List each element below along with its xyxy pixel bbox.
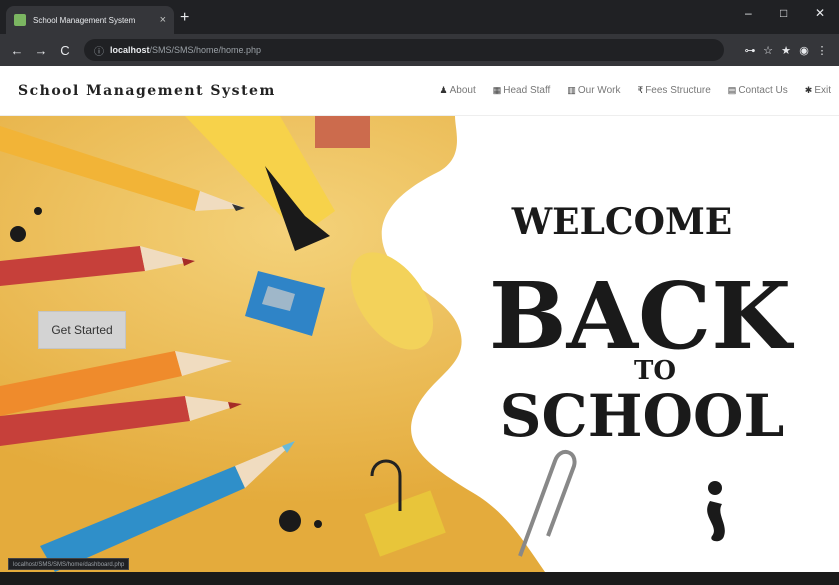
nav-link-our-work[interactable]: ▥ Our Work [567, 85, 620, 96]
back-text: BACK [489, 262, 794, 370]
browser-tabstrip: School Management System × + – □ ✕ [0, 0, 839, 34]
restore-icon[interactable]: □ [780, 6, 787, 20]
favicon-icon [14, 14, 26, 26]
nav-link-fees-structure[interactable]: ₹ Fees Structure [637, 85, 710, 96]
tab-close-icon[interactable]: × [160, 14, 166, 26]
nav-link-exit[interactable]: ✱ Exit [805, 85, 831, 96]
site-info-icon[interactable]: ⓘ [94, 43, 104, 58]
toolbar-icons: ⊶ ☆ ★ ◉ ⋮ [741, 44, 831, 57]
browser-tab[interactable]: School Management System × [6, 6, 174, 34]
nav-link-label: Our Work [577, 85, 621, 96]
work-icon: ▥ [567, 85, 576, 95]
staff-icon: ▦ [492, 85, 502, 95]
site-navbar: School Management System ♟ About ▦ Head … [0, 66, 839, 116]
ink-dot [10, 226, 26, 242]
profile-icon[interactable]: ◉ [795, 44, 813, 57]
school-text: SCHOOL [500, 382, 785, 450]
ink-dot [34, 207, 42, 215]
get-started-button[interactable]: Get Started [38, 311, 126, 349]
ink-dot [279, 510, 301, 532]
minimize-icon[interactable]: – [745, 6, 752, 20]
rupee-icon: ₹ [637, 85, 644, 95]
hero-banner: WELCOME BACK TO SCHOOL Get Started [0, 116, 839, 572]
nav-link-label: Fees Structure [645, 85, 711, 96]
status-bar-url: localhost/SMS/SMS/home/dashboard.php [8, 558, 130, 570]
extensions-icon[interactable]: ★ [777, 44, 795, 57]
webpage: School Management System ♟ About ▦ Head … [0, 66, 839, 572]
tab-title: School Management System [33, 15, 136, 25]
nav-link-label: Exit [814, 85, 831, 96]
contact-icon: ▤ [727, 85, 737, 95]
ink-dot [314, 520, 322, 528]
nav-link-head-staff[interactable]: ▦ Head Staff [493, 85, 551, 96]
nav-link-label: Contact Us [738, 85, 788, 96]
browser-toolbar: ← → C ⓘ localhost /SMS/SMS/home/home.php… [0, 34, 839, 66]
url-host: localhost [110, 45, 150, 55]
nav-link-contact-us[interactable]: ▤ Contact Us [728, 85, 788, 96]
share-icon[interactable]: ⊶ [741, 44, 759, 57]
nav-links: ♟ About ▦ Head Staff ▥ Our Work ₹ Fees S… [423, 85, 831, 96]
menu-kebab-icon[interactable]: ⋮ [813, 44, 831, 57]
close-window-icon[interactable]: ✕ [815, 6, 825, 20]
site-brand[interactable]: School Management System [18, 83, 276, 99]
bookmark-star-icon[interactable]: ☆ [759, 44, 777, 57]
new-tab-button[interactable]: + [180, 8, 189, 28]
user-icon: ♟ [439, 85, 448, 95]
nav-link-about[interactable]: ♟ About [440, 85, 476, 96]
forward-arrow-icon[interactable]: → [32, 43, 50, 58]
nav-link-label: Head Staff [503, 85, 551, 96]
eraser [315, 116, 370, 148]
exit-icon: ✱ [804, 85, 813, 95]
welcome-text: WELCOME [511, 201, 732, 243]
address-bar[interactable]: ⓘ localhost /SMS/SMS/home/home.php [84, 39, 724, 61]
reload-icon[interactable]: C [56, 43, 74, 58]
ink-dot [708, 481, 722, 495]
back-arrow-icon[interactable]: ← [8, 43, 26, 58]
os-taskbar [0, 572, 839, 585]
nav-link-label: About [449, 85, 476, 96]
url-path: /SMS/SMS/home/home.php [149, 45, 262, 55]
